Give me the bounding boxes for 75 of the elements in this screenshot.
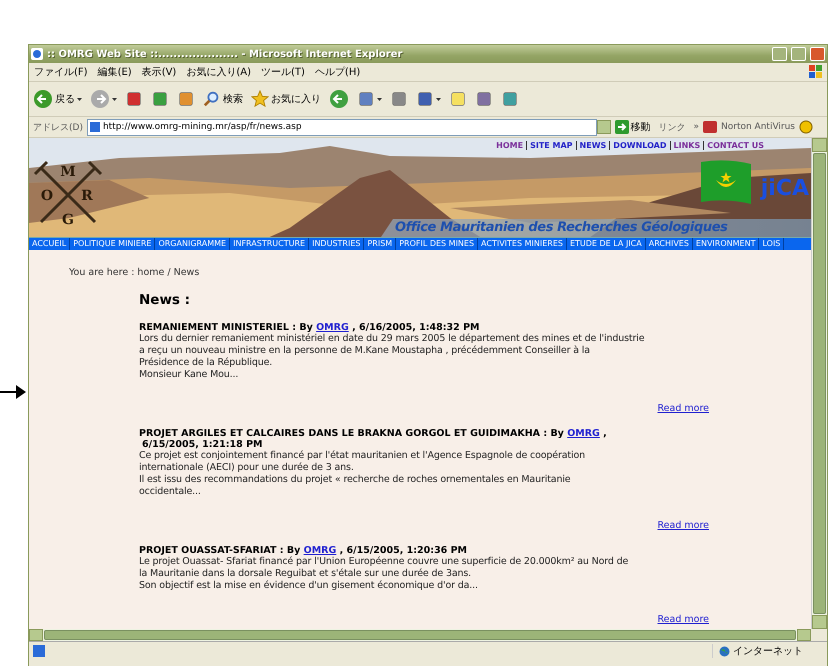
article-summary: Ce projet est conjointement financé par l'état mauritanien et l'Agence Espagnole de coopération internationale (AECI) pour une durée de 3 ans. Il est issu des recommandations du projet « recherche de roches ornementales en Mauritanie occidentale... <box>139 450 586 498</box>
menu-item[interactable]: お気に入り(A) <box>181 65 256 79</box>
norton-label[interactable]: Norton AntiVirus <box>717 122 799 132</box>
nav-link[interactable]: ACTIVITES MINIERES <box>478 238 567 250</box>
menu-item[interactable]: ツール(T) <box>256 65 310 79</box>
header-link[interactable]: CONTACT US <box>703 141 767 150</box>
author-link[interactable]: OMRG <box>316 322 349 333</box>
article-summary: Lors du dernier remaniement ministériel en date du 29 mars 2005 le département des mines et de l'industrie a reçu un nouveau ministre en la personne de M.Kane Moustapha , précédemment Conseiller à la Présidence de la République. Monsieur Kane Mou... <box>139 333 646 381</box>
flag-icon <box>699 158 753 206</box>
article-title: PROJET ARGILES ET CALCAIRES DANS LE BRAKNA GORGOL ET GUIDIMAKHA : By OMRG , <box>139 428 608 439</box>
partner-logo: jiCA <box>760 176 809 202</box>
nav-link[interactable]: POLITIQUE MINIERE <box>70 238 156 250</box>
nav-link[interactable]: INDUSTRIES <box>309 238 364 250</box>
caret-icon <box>377 98 382 100</box>
back-icon <box>33 89 53 109</box>
nav-link[interactable]: ETUDE DE LA JICA <box>566 238 646 250</box>
header-link[interactable]: LINKS <box>670 141 704 150</box>
page-icon <box>90 122 100 132</box>
globe-icon <box>719 646 730 656</box>
nav-link[interactable]: ARCHIVES <box>646 238 693 250</box>
zone-label: インターネット <box>712 644 823 658</box>
horizontal-scrollbar[interactable] <box>29 629 811 641</box>
header-link[interactable]: HOME <box>493 141 526 150</box>
breadcrumb: You are here : home / News <box>69 267 200 278</box>
author-link[interactable]: OMRG <box>304 545 336 556</box>
caret-icon <box>436 98 441 100</box>
logo-letter: G <box>62 212 74 228</box>
nav-link[interactable]: PROFIL DES MINES <box>396 238 478 250</box>
window-title: :: OMRG Web Site ::..................... - Microsoft Internet Explorer <box>47 48 404 60</box>
address-label: アドレス(D) <box>32 122 84 134</box>
nav-link[interactable]: PRISM <box>364 238 396 250</box>
nav-link[interactable]: LOIS <box>759 238 784 250</box>
back-button[interactable]: 戻る <box>29 89 86 109</box>
arrow-icon <box>0 385 26 399</box>
menu-item[interactable]: ファイル(F) <box>29 65 93 79</box>
site-tagline: Office Mauritanien des Recherches Géologiques <box>395 220 728 235</box>
logo-letter: M <box>60 164 76 180</box>
windows-logo-icon <box>809 65 823 79</box>
links-label[interactable]: リンク <box>654 120 690 134</box>
nav-link[interactable]: INFRASTRUCTURE <box>230 238 310 250</box>
article-title: REMANIEMENT MINISTERIEL : By OMRG , 6/16/2005, 1:48:32 PM <box>139 322 480 333</box>
menu-item[interactable]: ヘルプ(H) <box>310 65 366 79</box>
header-link[interactable]: NEWS <box>576 141 610 150</box>
search-icon <box>203 90 221 108</box>
read-more-link[interactable]: Read more <box>658 520 709 531</box>
close-button[interactable] <box>810 47 825 61</box>
forward-icon <box>90 89 110 109</box>
address-field[interactable]: http://www.omrg-mining.mr/asp/fr/news.asp <box>86 118 596 136</box>
vertical-scrollbar[interactable] <box>811 138 827 629</box>
favorites-icon <box>251 90 269 108</box>
go-button[interactable]: 移動 <box>610 120 654 134</box>
page-heading: News : <box>139 292 192 308</box>
nav-link[interactable]: ACCUEIL <box>29 238 70 250</box>
article-summary: Le projet Ouassat- Sfariat financé par l'Union Européenne couvre une superficie de 20.000km² au Nord de la Mauritanie dans la dorsale Reguibat et s'étale sur une durée de 3ans. Son objectif est la mise en évidence d'un gisement économique d'or da... <box>139 556 630 592</box>
nav-link[interactable]: ORGANIGRAMME <box>155 238 230 250</box>
menu-item[interactable]: 編集(E) <box>92 65 137 79</box>
logo-letter: R <box>81 188 93 204</box>
logo-letter: O <box>40 188 54 204</box>
header-link[interactable]: DOWNLOAD <box>609 141 670 150</box>
article-date: 6/15/2005, 1:21:18 PM <box>141 439 264 450</box>
browser-icon <box>31 48 43 60</box>
author-link[interactable]: OMRG <box>567 428 600 439</box>
caret-icon <box>112 98 117 100</box>
caret-icon <box>77 98 82 100</box>
favorites-button[interactable]: お気に入り <box>247 90 325 108</box>
search-button[interactable]: 検索 <box>199 90 247 108</box>
header-link[interactable]: SITE MAP <box>526 141 576 150</box>
page-icon <box>33 645 45 657</box>
go-arrow-icon <box>614 120 628 134</box>
nav-link[interactable]: ENVIRONMENT <box>692 238 760 250</box>
more-button[interactable]: » <box>690 122 704 132</box>
read-more-link[interactable]: Read more <box>658 403 709 414</box>
menu-item[interactable]: 表示(V) <box>136 65 182 79</box>
article-title: PROJET OUASSAT-SFARIAT : By OMRG , 6/15/2005, 1:20:36 PM <box>139 545 468 556</box>
read-more-link[interactable]: Read more <box>658 614 709 625</box>
